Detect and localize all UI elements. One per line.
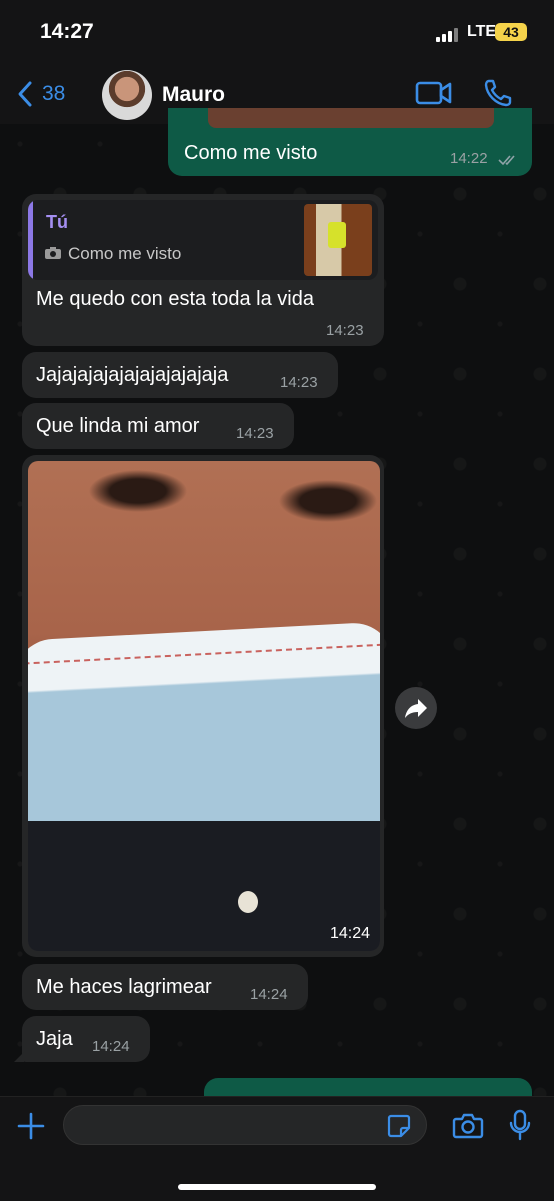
message-time: 14:24 [329, 925, 370, 942]
message-text: Me quedo con esta toda la vida [36, 288, 314, 310]
camera-icon [452, 1113, 484, 1139]
message-text: Como me visto [184, 142, 318, 164]
outgoing-message-partial[interactable] [204, 1078, 532, 1096]
message-text: Jaja [36, 1028, 73, 1050]
message-time: 14:24 [250, 986, 288, 1003]
quote-thumbnail [304, 204, 372, 276]
incoming-message[interactable]: Tú Como me visto Me quedo con esta toda … [22, 194, 384, 346]
forward-button[interactable] [395, 687, 437, 729]
quote-text: Como me visto [68, 244, 182, 263]
incoming-message[interactable]: Que linda mi amor 14:23 [22, 403, 294, 449]
photo-shirt [28, 821, 380, 951]
message-time: 14:24 [92, 1038, 130, 1055]
plus-icon [17, 1112, 45, 1140]
forward-arrow-icon [405, 699, 427, 718]
unread-count: 38 [42, 82, 66, 105]
camera-icon [45, 247, 61, 259]
bubble-tail [14, 1052, 24, 1062]
incoming-message[interactable]: Jajajajajajajajajajajaja 14:23 [22, 352, 338, 398]
message-input[interactable] [63, 1105, 427, 1145]
quoted-message[interactable]: Tú Como me visto [28, 200, 378, 280]
quote-author: Tú [46, 212, 68, 232]
photo-button [238, 891, 258, 913]
network-label: LTE [467, 23, 497, 40]
status-bar: 14:27 LTE 43 [0, 0, 554, 66]
photo[interactable]: 14:24 [28, 461, 380, 951]
message-time: 14:23 [236, 425, 274, 442]
quote-bar [28, 200, 33, 280]
back-button[interactable]: 38 [16, 80, 65, 108]
status-time: 14:27 [40, 20, 94, 43]
message-time: 14:22 [450, 150, 488, 167]
contact-name[interactable]: Mauro [162, 83, 225, 107]
image-preview [208, 108, 494, 128]
double-check-icon [498, 155, 515, 166]
video-call-icon [415, 81, 452, 105]
message-text: Jajajajajajajajajajajaja [36, 364, 229, 386]
home-indicator[interactable] [178, 1184, 376, 1190]
signal-icon [436, 26, 462, 42]
sticker-icon [387, 1114, 411, 1138]
sticker-button[interactable] [386, 1113, 412, 1144]
camera-button[interactable] [452, 1111, 484, 1144]
microphone-icon [509, 1109, 531, 1141]
incoming-message[interactable]: Me haces lagrimear 14:24 [22, 964, 308, 1010]
incoming-photo-message[interactable]: 14:24 [22, 455, 384, 957]
message-time: 14:23 [280, 374, 318, 391]
back-chevron-icon [18, 81, 32, 107]
battery-icon: 43 [495, 23, 527, 41]
microphone-button[interactable] [508, 1109, 532, 1146]
phone-icon [484, 79, 512, 107]
message-text: Que linda mi amor [36, 415, 200, 437]
outgoing-message[interactable]: Como me visto 14:22 [168, 108, 532, 176]
attach-button[interactable] [16, 1111, 46, 1146]
message-time: 14:23 [326, 322, 364, 339]
message-text: Me haces lagrimear [36, 976, 212, 998]
avatar[interactable] [102, 70, 152, 120]
incoming-message[interactable]: Jaja 14:24 [14, 1016, 150, 1062]
